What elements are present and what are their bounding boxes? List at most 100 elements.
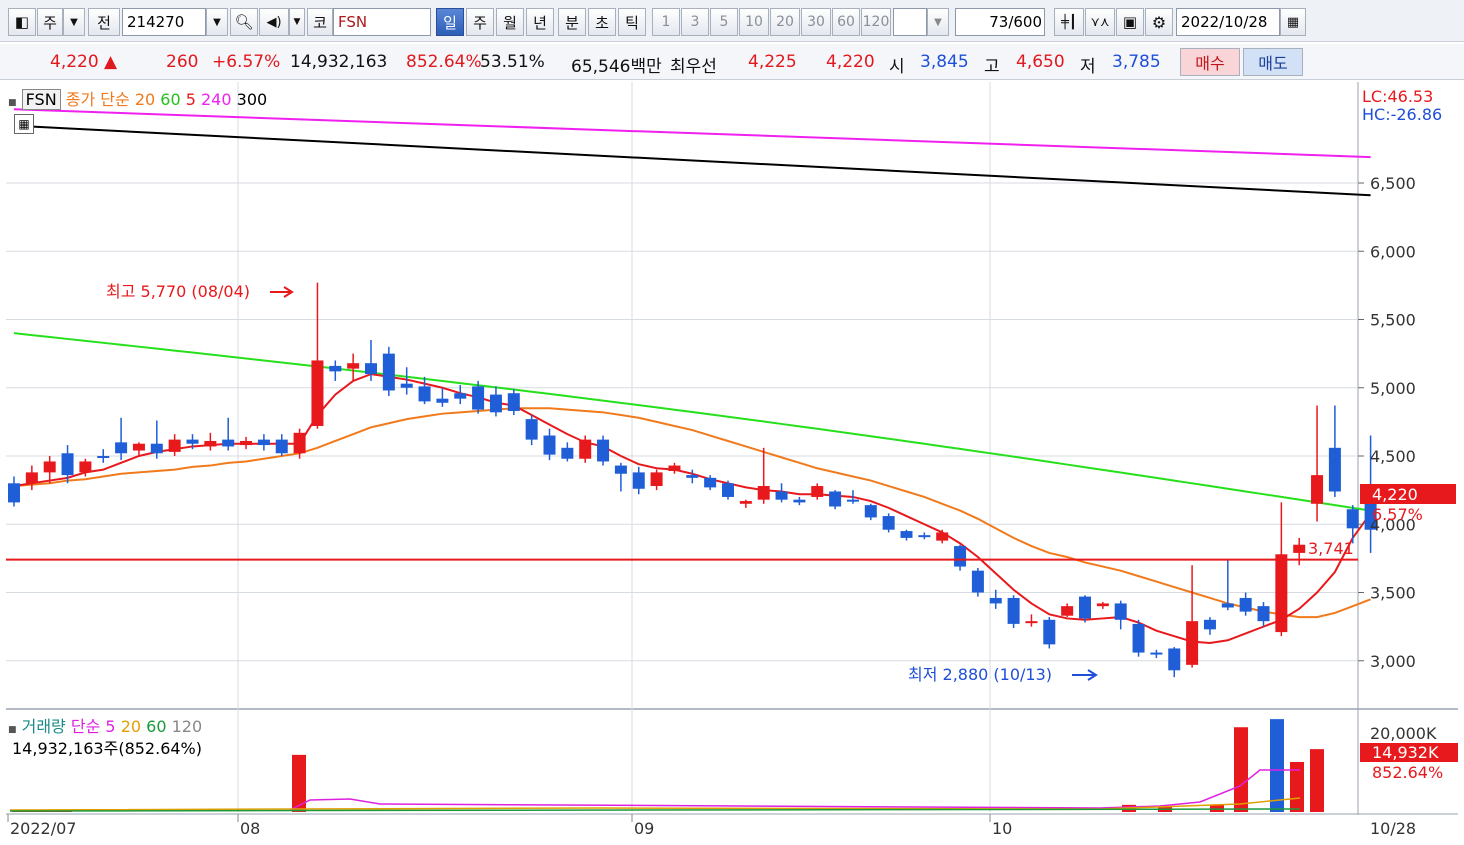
volume-bar [1234, 727, 1248, 812]
chevron-down-icon[interactable]: ▼ [63, 8, 85, 36]
legend-ma240: 240 [201, 90, 232, 109]
date-axis: 2022/07 08 09 10 10/28 [7, 814, 1416, 838]
minute-5[interactable]: 5 [710, 8, 738, 36]
candle-body [1132, 623, 1145, 653]
interval-month[interactable]: 월 [496, 8, 524, 36]
candle-body [936, 532, 949, 541]
date-input[interactable]: 2022/10/28 [1176, 8, 1280, 36]
price-tick-label: 5,000 [1370, 379, 1416, 398]
candle-body [918, 535, 931, 538]
candle-body [168, 439, 181, 452]
turnover-ratio: 53.51% [480, 52, 545, 72]
open-price: 3,845 [920, 52, 969, 72]
period-select[interactable]: 주 [37, 8, 63, 36]
candle-body [365, 363, 377, 375]
speaker-icon[interactable]: ◀) [259, 8, 289, 36]
volume-bar [1310, 749, 1324, 812]
legend-name-tag[interactable]: FSN [21, 89, 61, 110]
minute-3[interactable]: 3 [681, 8, 709, 36]
candle-body [257, 439, 270, 446]
candle-body [1168, 648, 1181, 671]
minute-60[interactable]: 60 [832, 8, 860, 36]
interval-second[interactable]: 초 [588, 8, 616, 36]
candle-body [436, 398, 449, 403]
candle-body [1293, 544, 1306, 553]
candle-body [204, 440, 217, 447]
candle-body [275, 439, 288, 454]
lc-label: LC:46.53 [1362, 87, 1433, 106]
candle-body [311, 360, 324, 426]
table-toggle-icon[interactable]: ▦ [14, 114, 34, 134]
current-pct-tag: 6.57% [1372, 505, 1423, 524]
price-legend: ■ FSN 종가 단순 20 60 5 240 300 [8, 86, 267, 110]
hline-value-label: 3,741 [1308, 539, 1354, 558]
buy-button[interactable]: 매수 [1180, 48, 1240, 76]
volume-tick-label: 20,000K [1370, 724, 1437, 743]
candle-body [347, 363, 360, 369]
candle-body [811, 486, 824, 497]
volume-summary: 14,932,163주(852.64%) [12, 739, 203, 758]
minute-30[interactable]: 30 [801, 8, 831, 36]
minute-1[interactable]: 1 [652, 8, 680, 36]
sell-button[interactable]: 매도 [1243, 48, 1303, 76]
candle-body [632, 472, 645, 489]
calendar-icon[interactable]: ▦ [1280, 8, 1306, 36]
price-tick-label: 6,500 [1370, 174, 1416, 193]
gear-icon[interactable]: ⚙ [1145, 8, 1173, 36]
minute-20[interactable]: 20 [770, 8, 800, 36]
bid-price: 4,220 [826, 52, 875, 72]
speaker-dropdown-icon[interactable]: ▼ [289, 8, 305, 36]
price-axis: 6,5006,0005,5005,0004,5004,0003,5003,000 [1358, 174, 1416, 671]
volume-legend: ■ 거래량 단순 5 20 60 120 [8, 713, 202, 737]
candle-type-icon[interactable]: ╪┃ [1054, 8, 1084, 36]
bar-count-input[interactable]: 73/600 [955, 8, 1045, 36]
stock-name-field[interactable]: FSN [333, 8, 431, 36]
candle-body [882, 516, 895, 530]
candle-body [1061, 606, 1074, 616]
candle-body [1150, 652, 1163, 655]
change-percent: +6.57% [212, 52, 281, 72]
minute-10[interactable]: 10 [739, 8, 769, 36]
candle-body [739, 501, 752, 504]
candle-body [829, 491, 842, 507]
legend-ma-title: 종가 단순 [65, 90, 130, 109]
save-icon[interactable]: ▣ [1116, 8, 1144, 36]
search-icon[interactable]: 🔍︎ [230, 8, 258, 36]
custom-interval-dropdown-icon[interactable]: ▼ [927, 8, 949, 36]
candle-body [293, 432, 306, 454]
candle-body [614, 465, 627, 474]
current-volume-tag: 14,932K [1372, 743, 1439, 762]
candle-body [793, 499, 806, 503]
candle-body [1114, 603, 1127, 620]
high-price: 4,650 [1016, 52, 1065, 72]
price-tick-label: 6,000 [1370, 242, 1416, 261]
candle-body [8, 483, 20, 503]
volume-legend-ma20: 20 [120, 717, 142, 736]
custom-interval-input[interactable] [893, 8, 927, 36]
prev-button[interactable]: 전 [88, 8, 120, 36]
candle-body [1239, 597, 1252, 612]
minute-120[interactable]: 120 [861, 8, 891, 36]
candle-body [864, 505, 877, 518]
candle-body [1007, 597, 1020, 624]
legend-ma60: 60 [160, 90, 181, 109]
price-chart[interactable]: 6,5006,0005,5005,0004,5004,0003,5003,000… [0, 82, 1464, 845]
price-tick-label: 3,000 [1370, 652, 1416, 671]
stock-code-input[interactable]: 214270 [122, 8, 206, 36]
candle-body [1311, 475, 1324, 504]
price-tick-label: 3,500 [1370, 584, 1416, 603]
candle-body [418, 386, 431, 402]
interval-tick[interactable]: 틱 [618, 8, 646, 36]
interval-day[interactable]: 일 [436, 8, 464, 36]
interval-minute[interactable]: 분 [558, 8, 586, 36]
change-direction-icon: ▲ [104, 52, 118, 72]
candle-body [489, 394, 502, 413]
volume-legend-ma5: 5 [105, 717, 116, 736]
chart-menu-icon[interactable]: ◧ [8, 8, 36, 36]
low-annotation: 최저 2,880 (10/13) [908, 665, 1052, 684]
interval-week[interactable]: 주 [466, 8, 494, 36]
change-amount: 260 [166, 52, 199, 72]
interval-year[interactable]: 년 [526, 8, 554, 36]
code-dropdown-icon[interactable]: ▼ [206, 8, 228, 36]
line-type-icon[interactable]: ⋎⋏ [1085, 8, 1115, 36]
